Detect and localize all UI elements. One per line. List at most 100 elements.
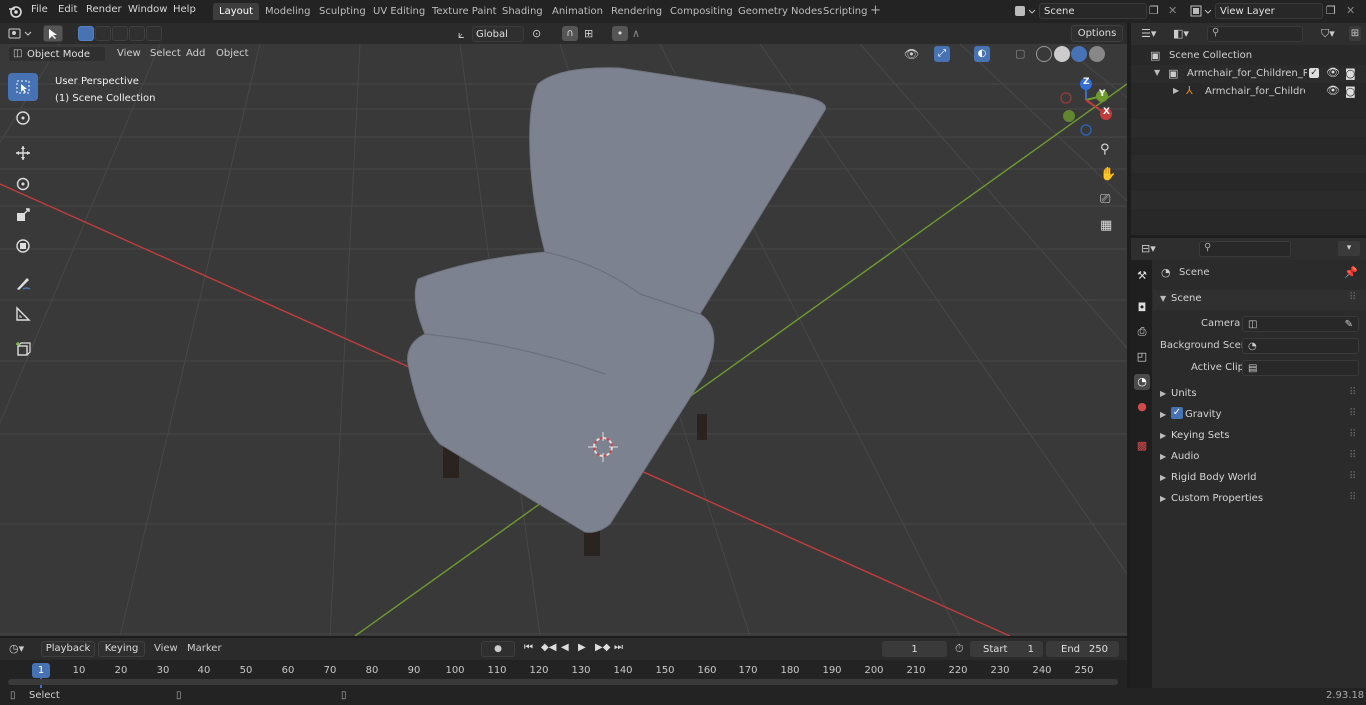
eye-icon[interactable]: 👁 <box>1326 66 1340 79</box>
menu-render[interactable]: Render <box>86 4 122 15</box>
tool-tab-icon[interactable]: ⚒ <box>1134 268 1150 284</box>
select-intersect-icon[interactable] <box>146 26 162 41</box>
drag-handle-icon[interactable]: ⠿ <box>1349 408 1356 419</box>
rendered-shading-icon[interactable] <box>1089 46 1105 62</box>
end-frame-field[interactable]: End 250 <box>1046 641 1119 657</box>
menu-view[interactable]: View <box>117 48 141 59</box>
display-mode-icon[interactable]: ◧▾ <box>1173 27 1189 40</box>
current-frame-field[interactable]: 1 <box>882 641 947 657</box>
outliner-row-collection[interactable]: ▼ ▣ Armchair_for_Children_Room ✓ 👁 ◙ <box>1131 65 1366 83</box>
tab-shading[interactable]: Shading <box>496 3 549 20</box>
active-clip-field[interactable]: ▤ <box>1242 360 1359 376</box>
outliner-editor-type-icon[interactable]: ☰▾ <box>1141 27 1156 40</box>
expand-down-icon[interactable]: ▼ <box>1154 68 1160 77</box>
overlay-toggle-icon[interactable]: ◐ <box>974 46 990 62</box>
blender-logo-icon[interactable] <box>8 4 22 18</box>
world-tab-icon[interactable]: ● <box>1134 399 1150 415</box>
rotate-tool[interactable] <box>8 170 38 198</box>
select-new-icon[interactable] <box>78 26 94 41</box>
playback-menu[interactable]: Playback <box>41 641 95 657</box>
menu-file[interactable]: File <box>31 4 48 15</box>
snap-icon[interactable]: ∩ <box>562 26 578 41</box>
units-section-header[interactable]: ▶ Units ⠿ <box>1153 384 1366 404</box>
copy-scene-icon[interactable]: ❐ <box>1149 4 1159 17</box>
new-collection-icon[interactable]: ⊞ <box>1349 26 1361 41</box>
pan-hand-icon[interactable]: ✋ <box>1100 167 1116 182</box>
navigation-gizmo[interactable]: Z Y X <box>1058 76 1118 136</box>
drag-handle-icon[interactable]: ⠿ <box>1349 429 1356 440</box>
audio-section-header[interactable]: ▶ Audio ⠿ <box>1153 447 1366 467</box>
auto-keying-button[interactable]: ● <box>481 641 515 657</box>
timeline-editor-type-icon[interactable]: ◷▾ <box>9 642 24 655</box>
select-subtract-icon[interactable] <box>112 26 128 41</box>
drag-handle-icon[interactable]: ⠿ <box>1349 450 1356 461</box>
view-layer-tab-icon[interactable]: ◰ <box>1134 349 1150 365</box>
proportional-editing-icon[interactable]: • <box>612 26 628 41</box>
properties-search-input[interactable] <box>1199 241 1291 257</box>
scene-selector-icon[interactable] <box>1014 4 1036 19</box>
render-tab-icon[interactable]: ◘ <box>1134 300 1150 316</box>
solid-shading-icon[interactable] <box>1054 46 1070 62</box>
next-keyframe-icon[interactable]: ▶◆ <box>595 642 610 653</box>
camera-field[interactable]: ◫ ✎ <box>1242 316 1359 332</box>
eyedropper-icon[interactable]: ✎ <box>1345 317 1353 333</box>
custom-properties-section-header[interactable]: ▶ Custom Properties ⠿ <box>1153 489 1366 509</box>
annotate-tool[interactable] <box>8 269 38 297</box>
drag-handle-icon[interactable]: ⠿ <box>1349 492 1356 503</box>
close-icon[interactable]: ✕ <box>1168 4 1177 17</box>
scale-tool[interactable] <box>8 201 38 229</box>
scene-name-field[interactable]: Scene <box>1039 3 1147 19</box>
camera-view-icon[interactable]: ⎚ <box>1100 192 1110 207</box>
editor-type-icon[interactable] <box>8 26 34 41</box>
timeline-view-menu[interactable]: View <box>154 643 178 654</box>
camera-render-icon[interactable]: ◙ <box>1345 85 1356 98</box>
tab-geometry-nodes[interactable]: Geometry Nodes <box>732 3 828 20</box>
wireframe-shading-icon[interactable] <box>1036 46 1052 62</box>
drag-handle-icon[interactable]: ⠿ <box>1349 292 1356 303</box>
stopwatch-icon[interactable]: ⏱ <box>955 642 964 656</box>
expand-right-icon[interactable]: ▶ <box>1173 86 1179 95</box>
transform-orientation-select[interactable]: Global <box>472 26 524 42</box>
exclude-checkbox[interactable]: ✓ <box>1309 68 1319 78</box>
menu-object[interactable]: Object <box>216 48 249 59</box>
menu-window[interactable]: Window <box>128 4 167 15</box>
tab-texture-paint[interactable]: Texture Paint <box>426 3 503 20</box>
gizmo-toggle-icon[interactable]: ⤢ <box>934 46 950 62</box>
measure-tool[interactable] <box>8 300 38 328</box>
play-reverse-icon[interactable]: ◀ <box>561 642 569 653</box>
zoom-icon[interactable]: ⚲ <box>1100 142 1110 157</box>
view-layer-selector-icon[interactable] <box>1190 4 1212 19</box>
menu-help[interactable]: Help <box>173 4 196 15</box>
object-mode-select[interactable]: Object Mode <box>8 46 106 62</box>
tab-layout[interactable]: Layout <box>213 3 259 20</box>
jump-end-icon[interactable]: ⏭ <box>614 642 623 653</box>
menu-add[interactable]: Add <box>186 48 205 59</box>
visibility-icon[interactable]: 👁 <box>904 47 919 61</box>
scene-section-header[interactable]: ▼ Scene ⠿ <box>1153 290 1366 310</box>
prev-keyframe-icon[interactable]: ◆◀ <box>541 642 556 653</box>
select-tool-toggle[interactable] <box>43 25 63 42</box>
options-button[interactable]: Options <box>1071 25 1123 42</box>
timeline-scrollbar[interactable] <box>8 679 1118 685</box>
drag-handle-icon[interactable]: ⠿ <box>1349 471 1356 482</box>
scene-tab-icon[interactable]: ◔ <box>1134 374 1150 390</box>
add-workspace-icon[interactable]: + <box>870 4 881 18</box>
transform-tool[interactable] <box>8 232 38 260</box>
background-scene-field[interactable]: ◔ <box>1242 338 1359 354</box>
gravity-checkbox[interactable]: ✓ <box>1171 407 1183 419</box>
tab-sculpting[interactable]: Sculpting <box>313 3 372 20</box>
timeline-marker-menu[interactable]: Marker <box>187 643 222 654</box>
texture-tab-icon[interactable]: ▩ <box>1134 438 1150 454</box>
tab-animation[interactable]: Animation <box>546 3 609 20</box>
outliner-search-input[interactable] <box>1207 26 1303 42</box>
tab-uv-editing[interactable]: UV Editing <box>367 3 431 20</box>
drag-handle-icon[interactable]: ⠿ <box>1349 387 1356 398</box>
close-icon[interactable]: ✕ <box>1346 4 1355 17</box>
menu-select[interactable]: Select <box>150 48 181 59</box>
gravity-section-header[interactable]: ▶ ✓ Gravity ⠿ <box>1153 405 1366 425</box>
start-frame-field[interactable]: Start 1 <box>970 641 1043 657</box>
tab-modeling[interactable]: Modeling <box>259 3 317 20</box>
falloff-icon[interactable]: ∧ <box>632 27 640 40</box>
rigid-body-world-section-header[interactable]: ▶ Rigid Body World ⠿ <box>1153 468 1366 488</box>
select-box-tool[interactable] <box>8 73 38 101</box>
